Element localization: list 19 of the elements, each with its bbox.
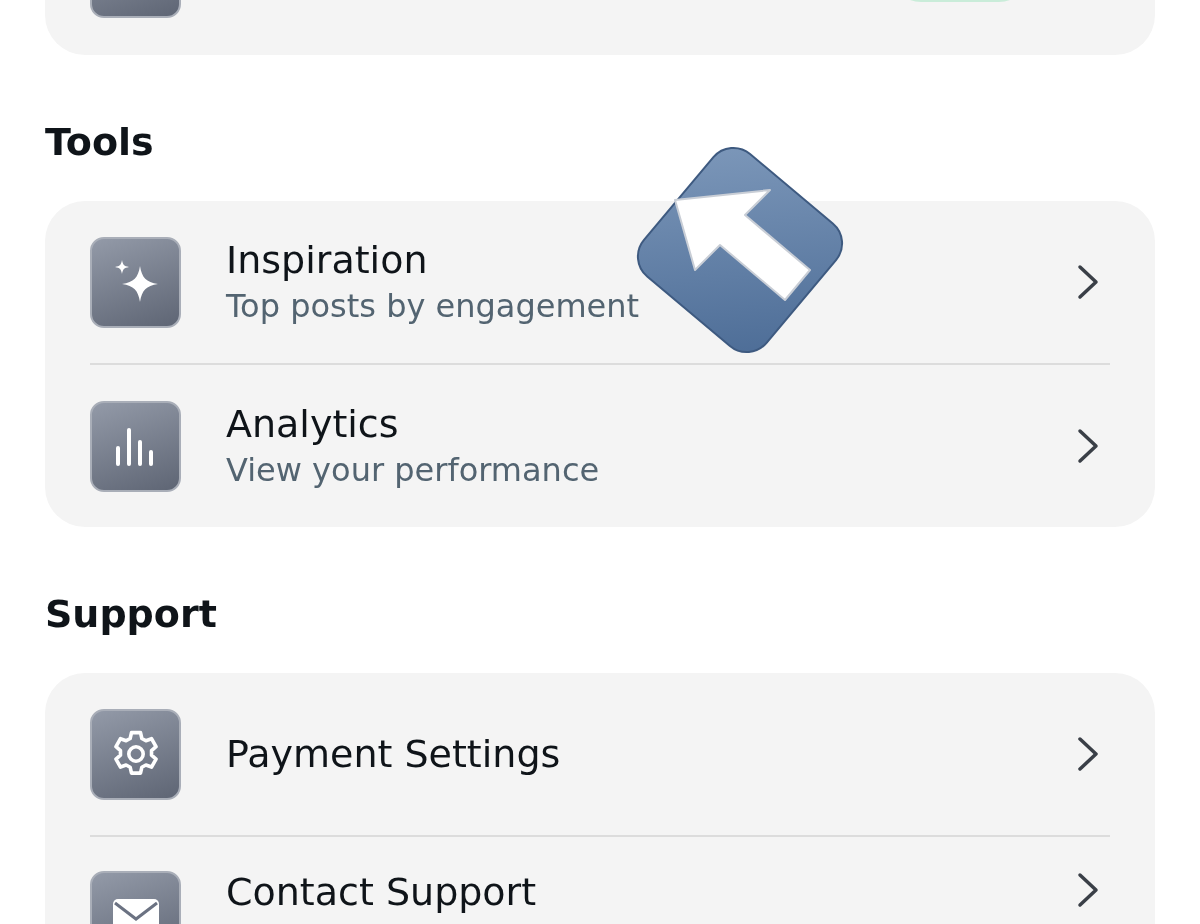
row-title: Analytics (226, 401, 400, 448)
chevron-right-icon (1076, 735, 1100, 773)
row-subtitle: View your performance (226, 450, 601, 491)
settings-row[interactable]: Inspiration Top posts by engagement (90, 201, 1110, 363)
chevron-right-icon (1076, 263, 1100, 301)
row-subtitle: Top posts by engagement (226, 286, 641, 327)
chevron-right-icon (1076, 871, 1100, 909)
chevron-right-icon (1076, 427, 1100, 465)
settings-row[interactable]: Contact Support (90, 835, 1110, 924)
row-title: Payment Settings (226, 731, 562, 778)
row-title: Inspiration (226, 237, 429, 284)
settings-icon (90, 708, 181, 800)
section-heading: Tools (45, 119, 155, 165)
bar-chart-icon (90, 400, 181, 492)
section-heading: Support (45, 591, 218, 637)
sparkle-icon (90, 236, 181, 328)
settings-row[interactable]: Analytics View your performance (90, 363, 1110, 527)
row-title: Contact Support (226, 871, 538, 913)
settings-row[interactable]: Payment Settings (90, 673, 1110, 835)
